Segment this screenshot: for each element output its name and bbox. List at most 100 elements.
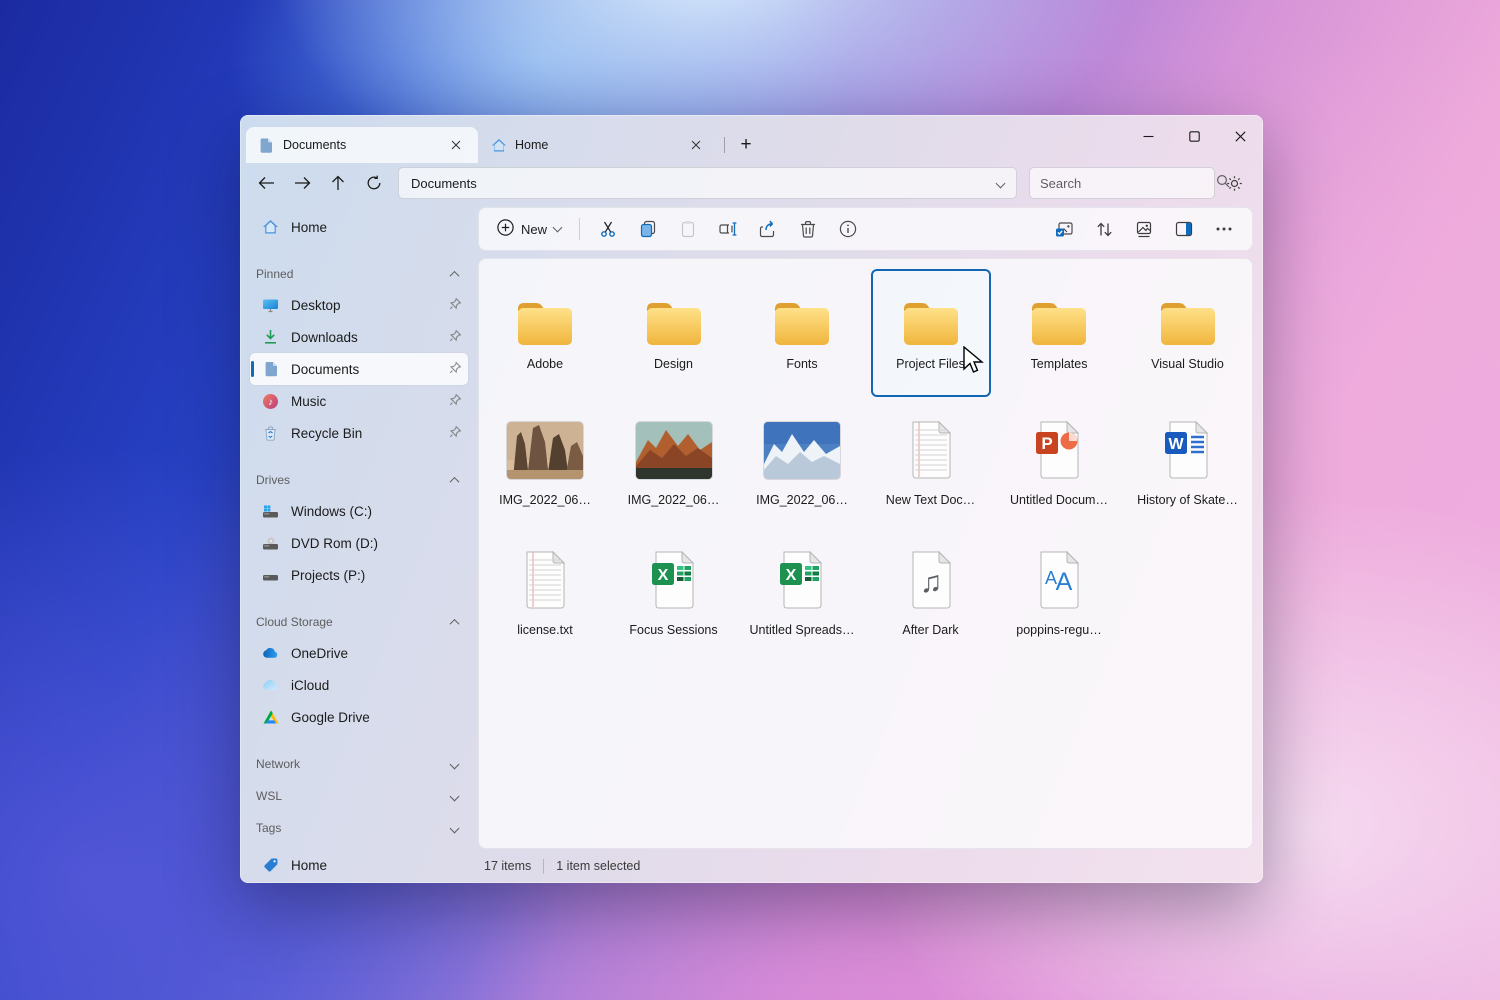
sidebar-item-label: iCloud [291,677,330,693]
svg-text:P: P [1041,434,1052,453]
forward-button[interactable] [284,167,320,199]
tab-close-icon[interactable] [684,133,708,157]
rename-button[interactable] [708,212,748,246]
file-name: IMG_2022_06… [499,493,591,507]
file-tile-img1[interactable]: IMG_2022_06… [485,409,605,537]
content-area: New Adobe Design Fonts Project Files Tem… [474,203,1263,883]
new-button[interactable]: New [487,212,571,246]
file-tile-untitled-spreadsheet[interactable]: X Untitled Spreads… [742,539,862,667]
file-tile-adobe[interactable]: Adobe [485,269,605,397]
sidebar-item-documents[interactable]: Documents [250,353,468,385]
google-drive-icon [262,709,279,726]
sidebar-item-label: Desktop [291,297,341,313]
maximize-button[interactable] [1171,115,1217,157]
sidebar-item-label: Google Drive [291,709,370,725]
section-drives[interactable]: Drives [250,465,468,495]
up-button[interactable] [320,167,356,199]
tab-documents[interactable]: Documents [246,127,478,163]
sidebar-item-onedrive[interactable]: OneDrive [250,637,468,669]
back-button[interactable] [248,167,284,199]
svg-text:X: X [786,567,797,584]
sidebar-item-windows-c[interactable]: Windows (C:) [250,495,468,527]
tab-close-icon[interactable] [444,133,468,157]
file-tile-img2[interactable]: IMG_2022_06… [614,409,734,537]
address-text: Documents [411,175,477,191]
sidebar-item-recycle-bin[interactable]: Recycle Bin [250,417,468,449]
section-label: Network [256,757,301,771]
sidebar-item-tag-home[interactable]: Home [250,849,468,881]
file-tile-visual-studio[interactable]: Visual Studio [1128,269,1248,397]
sort-button[interactable] [1084,212,1124,246]
desktop-icon [262,297,279,314]
copy-button[interactable] [628,212,668,246]
file-name: Templates [1030,357,1088,371]
sidebar-item-dvd-d[interactable]: DVD Rom (D:) [250,527,468,559]
close-button[interactable] [1217,115,1263,157]
music-icon: ♪ [262,393,279,410]
paste-button[interactable] [668,212,708,246]
chevron-up-icon [449,270,460,281]
section-network[interactable]: Network [250,749,468,779]
section-label: Pinned [256,267,294,281]
section-pinned[interactable]: Pinned [250,259,468,289]
sidebar-item-home[interactable]: Home [250,211,468,243]
refresh-button[interactable] [356,167,392,199]
file-tile-project-files[interactable]: Project Files [870,269,991,397]
file-grid: Adobe Design Fonts Project Files Templat… [481,269,1252,669]
address-dropdown-icon[interactable] [995,178,1006,188]
file-tile-history-of-skate[interactable]: W History of Skate… [1128,409,1248,537]
file-tile-design[interactable]: Design [614,269,734,397]
file-tile-new-text-doc[interactable]: New Text Doc… [871,409,991,537]
tab-label: Documents [283,138,347,152]
excel-file-icon: X [777,541,827,619]
section-tags[interactable]: Tags [250,813,468,843]
sidebar-item-label: Home [291,857,328,873]
properties-info-button[interactable] [828,212,868,246]
sidebar-item-icloud[interactable]: iCloud [250,669,468,701]
file-tile-fonts[interactable]: Fonts [742,269,862,397]
file-tile-focus-sessions[interactable]: X Focus Sessions [614,539,734,667]
more-options-button[interactable] [1204,212,1244,246]
view-button[interactable] [1124,212,1164,246]
chevron-up-icon [449,476,460,487]
delete-button[interactable] [788,212,828,246]
search-input[interactable] [1040,175,1216,191]
folder-icon [1157,271,1219,353]
sidebar-item-music[interactable]: ♪ Music [250,385,468,417]
file-tile-untitled-presentation[interactable]: P Untitled Docum… [999,409,1119,537]
select-all-button[interactable] [1044,212,1084,246]
pin-icon [449,393,462,409]
pin-icon [449,361,462,377]
file-tile-templates[interactable]: Templates [999,269,1119,397]
minimize-button[interactable] [1125,115,1171,157]
details-pane-button[interactable] [1164,212,1204,246]
audio-file-icon: ♫ [908,541,954,619]
home-icon [262,219,279,236]
file-tile-poppins-font[interactable]: AA poppins-regu… [999,539,1119,667]
sidebar-item-downloads[interactable]: Downloads [250,321,468,353]
file-name: Fonts [786,357,818,371]
sidebar-item-label: Music [291,393,327,409]
file-name: New Text Doc… [885,493,976,507]
share-button[interactable] [748,212,788,246]
settings-gear-icon[interactable] [1217,167,1251,199]
address-bar[interactable]: Documents [398,167,1017,199]
tab-home[interactable]: Home [478,127,718,163]
cut-button[interactable] [588,212,628,246]
file-tile-img3[interactable]: IMG_2022_06… [742,409,862,537]
file-tile-after-dark[interactable]: ♫ After Dark [871,539,991,667]
sidebar-item-projects-p[interactable]: Projects (P:) [250,559,468,591]
file-name: Untitled Docum… [1010,493,1108,507]
section-wsl[interactable]: WSL [250,781,468,811]
sidebar-item-google-drive[interactable]: Google Drive [250,701,468,733]
section-cloud-storage[interactable]: Cloud Storage [250,607,468,637]
file-grid-panel: Adobe Design Fonts Project Files Templat… [478,258,1253,849]
navigation-bar: Documents [240,163,1263,203]
section-label: Drives [256,473,291,487]
file-tile-license-txt[interactable]: license.txt [485,539,605,667]
search-box[interactable] [1029,167,1230,199]
image-thumbnail [635,411,712,489]
svg-text:♫: ♫ [919,566,942,599]
new-tab-button[interactable]: + [731,130,761,160]
sidebar-item-desktop[interactable]: Desktop [250,289,468,321]
